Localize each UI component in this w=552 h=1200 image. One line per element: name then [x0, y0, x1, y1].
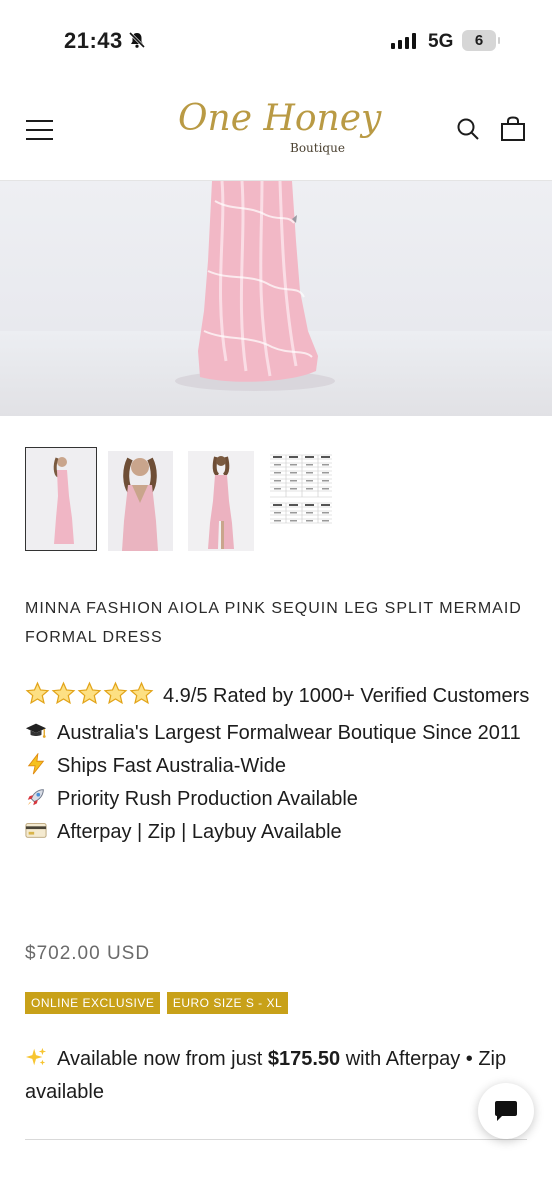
- badge-row: ONLINE EXCLUSIVE EURO SIZE S - XL: [25, 992, 290, 1014]
- feature-rush: Priority Rush Production Available: [25, 783, 530, 816]
- sparkles-icon: [25, 1047, 47, 1066]
- afterpay-prefix: Available now from just: [57, 1048, 268, 1070]
- rocket-icon: [27, 789, 44, 806]
- euro-size-badge: EURO SIZE S - XL: [166, 992, 289, 1014]
- battery-icon: 6: [462, 30, 500, 51]
- thumbnail-size-chart[interactable]: [268, 449, 334, 553]
- lightning-icon: [27, 753, 45, 775]
- signal-icon: [391, 33, 417, 49]
- chat-bubble-icon: [495, 1101, 517, 1121]
- product-main-image[interactable]: [0, 181, 552, 416]
- chat-button[interactable]: [478, 1083, 534, 1139]
- search-icon[interactable]: [456, 117, 480, 141]
- feature-payment: Afterpay | Zip | Laybuy Available: [25, 816, 530, 849]
- thumbnail-front[interactable]: [25, 447, 97, 551]
- thumbnail-image: [26, 448, 96, 550]
- status-time: 21:43: [64, 28, 123, 53]
- credit-card-icon: [25, 823, 47, 838]
- site-logo[interactable]: One Honey Boutique: [172, 94, 382, 166]
- product-price: $702.00 USD: [25, 943, 151, 964]
- feature-text: Ships Fast Australia-Wide: [57, 755, 286, 777]
- feature-text: Priority Rush Production Available: [57, 788, 358, 810]
- stars-icon: [25, 681, 155, 717]
- status-bar: 21:43 5G 6: [0, 0, 552, 80]
- bell-muted-icon: [128, 31, 146, 49]
- logo-subtitle: Boutique: [290, 141, 345, 155]
- feature-rating: 4.9/5 Rated by 1000+ Verified Customers: [25, 680, 530, 717]
- online-exclusive-badge: ONLINE EXCLUSIVE: [25, 992, 161, 1014]
- thumbnail-image: [268, 451, 334, 551]
- afterpay-message: Available now from just $175.50 with Aft…: [25, 1043, 525, 1109]
- feature-text: 4.9/5 Rated by 1000+ Verified Customers: [163, 685, 530, 707]
- network-label: 5G: [428, 31, 454, 52]
- thumbnail-back[interactable]: [188, 449, 254, 553]
- product-title: MINNA FASHION AIOLA PINK SEQUIN LEG SPLI…: [25, 600, 522, 646]
- afterpay-amount: $175.50: [267, 1048, 341, 1070]
- dress-hem-illustration: [0, 181, 552, 416]
- thumbnail-strip: [0, 447, 552, 555]
- thumbnail-image: [108, 451, 173, 551]
- graduation-cap-icon: [25, 723, 47, 738]
- feature-text: Afterpay | Zip | Laybuy Available: [57, 821, 342, 843]
- shopping-bag-icon[interactable]: [500, 116, 526, 142]
- feature-boutique: Australia's Largest Formalwear Boutique …: [25, 717, 530, 750]
- menu-icon[interactable]: [26, 120, 53, 140]
- thumbnail-closeup[interactable]: [108, 449, 173, 553]
- site-header: One Honey Boutique: [0, 80, 552, 181]
- section-divider: [25, 1139, 527, 1140]
- logo-wordmark: One Honey: [178, 98, 382, 139]
- thumbnail-image: [188, 451, 254, 551]
- feature-text: Australia's Largest Formalwear Boutique …: [57, 722, 521, 744]
- feature-shipping: Ships Fast Australia-Wide: [25, 750, 530, 783]
- feature-list: 4.9/5 Rated by 1000+ Verified Customers …: [25, 680, 530, 849]
